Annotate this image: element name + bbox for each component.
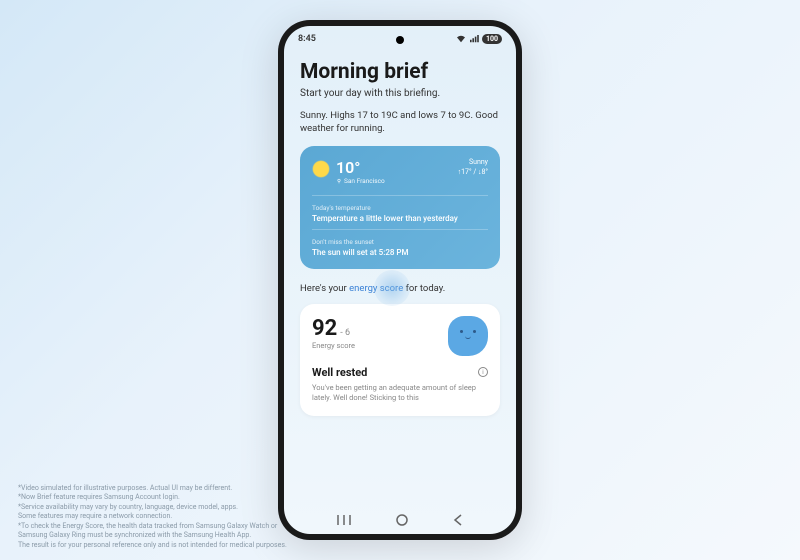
status-icons: 100 <box>456 34 502 44</box>
info-icon[interactable]: i <box>478 367 488 377</box>
temp-range: ↑17° / ↓8° <box>458 168 488 176</box>
energy-score-link[interactable]: energy score <box>349 283 403 294</box>
rested-description: You've been getting an adequate amount o… <box>312 383 488 404</box>
page-title: Morning brief <box>300 60 500 84</box>
phone-frame: 8:45 100 Morning brief Start your day wi… <box>278 20 522 540</box>
mascot-icon <box>448 316 488 356</box>
current-temp: 10° <box>336 158 385 177</box>
location-pin-icon <box>336 178 342 184</box>
sunset-label: Don't miss the sunset <box>312 238 488 246</box>
weather-condition: Sunny <box>458 158 488 166</box>
signal-icon <box>469 35 479 43</box>
energy-card[interactable]: 92 - 6 Energy score Well rested i You've… <box>300 304 500 416</box>
rested-title: Well rested <box>312 366 367 379</box>
content-area: Morning brief Start your day with this b… <box>284 48 516 416</box>
energy-score-delta: - 6 <box>340 328 350 338</box>
wifi-icon <box>456 35 466 43</box>
recents-button[interactable] <box>337 514 351 526</box>
energy-intro-text: Here's your energy score for today. <box>300 283 500 294</box>
today-temp-text: Temperature a little lower than yesterda… <box>312 214 488 223</box>
energy-score-label: Energy score <box>312 341 355 350</box>
today-temp-label: Today's temperature <box>312 204 488 212</box>
page-subtitle: Start your day with this briefing. <box>300 88 500 99</box>
navigation-bar <box>284 506 516 534</box>
weather-summary-text: Sunny. Highs 17 to 19C and lows 7 to 9C.… <box>300 109 500 136</box>
phone-screen: 8:45 100 Morning brief Start your day wi… <box>284 26 516 534</box>
energy-score-value: 92 - 6 <box>312 316 355 341</box>
front-camera <box>396 36 404 44</box>
battery-badge: 100 <box>482 34 502 44</box>
disclaimer-text: *Video simulated for illustrative purpos… <box>18 484 298 550</box>
location-text: San Francisco <box>336 177 385 185</box>
home-button[interactable] <box>396 514 408 526</box>
status-time: 8:45 <box>298 34 316 44</box>
sunset-text: The sun will set at 5:28 PM <box>312 248 488 257</box>
weather-card[interactable]: 10° San Francisco Sunny ↑17° / ↓8° Toda <box>300 146 500 269</box>
back-button[interactable] <box>453 514 463 526</box>
sun-icon <box>312 160 330 178</box>
